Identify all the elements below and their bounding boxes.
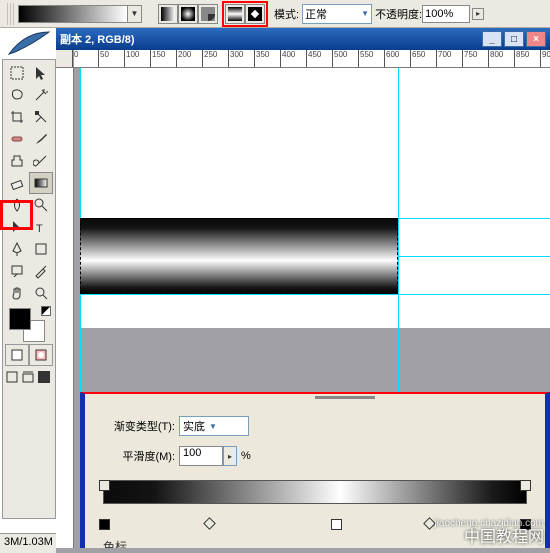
screen-full-button[interactable] [37,368,53,390]
vertical-ruler [56,68,74,548]
colorstop-section-label: 色标 [103,538,527,548]
maximize-button[interactable]: □ [504,31,524,47]
marquee-tool[interactable] [5,62,29,84]
opacity-flyout[interactable]: ▸ [472,8,484,20]
opacity-label: 不透明度: [375,6,422,22]
gradient-editor-panel: 渐变类型(T): 实底 ▼ 平滑度(M): 100 ▸ % [80,392,550,548]
ruler-tick: 700 [436,50,451,68]
document-titlebar[interactable]: 副本 2, RGB/8) _ □ × [56,28,550,50]
svg-text:T: T [36,223,43,235]
ruler-tick: 600 [384,50,399,68]
ruler-tick: 0 [72,50,78,68]
smoothness-label: 平滑度(M): [91,448,175,464]
close-button[interactable]: × [526,31,546,47]
standard-mode-button[interactable] [5,344,29,366]
opacity-stop[interactable] [99,480,110,491]
type-tool[interactable]: T [29,216,53,238]
ruler-tick: 250 [202,50,217,68]
horizontal-ruler: 0 50 100 150 200 250 300 350 400 450 500 550 600 650 7… [56,50,550,68]
chevron-down-icon: ▼ [209,422,217,431]
mode-label: 模式: [274,6,299,22]
ruler-tick: 150 [150,50,165,68]
color-stop[interactable] [520,519,531,530]
ruler-tick: 850 [514,50,529,68]
angle-gradient-button[interactable] [198,4,218,24]
ruler-tick: 750 [462,50,477,68]
crop-tool[interactable] [5,106,29,128]
ruler-tick: 900 [540,50,550,68]
canvas-area[interactable]: 渐变类型(T): 实底 ▼ 平滑度(M): 100 ▸ % [74,68,550,548]
ruler-tick: 400 [280,50,295,68]
pen-tool[interactable] [5,238,29,260]
hand-tool[interactable] [5,282,29,304]
shape-tool[interactable] [29,238,53,260]
history-brush-tool[interactable] [29,150,53,172]
smoothness-flyout[interactable]: ▸ [223,446,237,466]
screen-full-menu-button[interactable] [21,368,37,390]
slice-tool[interactable] [29,106,53,128]
opacity-stop[interactable] [520,480,531,491]
color-swatches[interactable] [5,306,53,342]
diamond-gradient-button[interactable] [245,4,265,24]
midpoint-stop[interactable] [203,517,216,530]
brush-tool[interactable] [29,128,53,150]
mode-select[interactable]: 正常 ▼ [302,4,372,24]
smoothness-unit: % [241,450,251,462]
dodge-tool[interactable] [29,194,53,216]
minimize-button[interactable]: _ [482,31,502,47]
blur-tool[interactable] [5,194,29,216]
color-stop[interactable] [99,519,110,530]
notes-tool[interactable] [5,260,29,282]
ruler-tick: 100 [124,50,139,68]
selection-marquee[interactable] [80,218,398,294]
ruler-tick: 550 [358,50,373,68]
gradient-swatch[interactable] [18,5,128,23]
chevron-down-icon: ▼ [361,9,369,18]
midpoint-stop[interactable] [423,517,436,530]
fg-color-swatch[interactable] [9,308,31,330]
gradient-bar-editor[interactable] [103,480,527,530]
smoothness-input[interactable]: 100 [179,446,223,466]
guide[interactable] [80,294,550,295]
status-bar: 3M/1.03M [0,533,60,553]
chevron-right-icon: ▸ [228,452,232,461]
ruler-tick: 800 [488,50,503,68]
document-title: 副本 2, RGB/8) [60,31,135,47]
gradient-preview-bar[interactable] [103,480,527,504]
ruler-tick: 50 [98,50,109,68]
app-logo [2,28,56,58]
move-tool[interactable] [29,62,53,84]
default-colors-icon[interactable] [41,306,51,316]
lasso-tool[interactable] [5,84,29,106]
radial-gradient-button[interactable] [178,4,198,24]
gradient-picker-dropdown[interactable]: ▼ [128,5,142,23]
screen-standard-button[interactable] [5,368,21,390]
color-stop[interactable] [331,519,342,530]
gradient-type-select[interactable]: 实底 ▼ [179,416,249,436]
gradient-type-label: 渐变类型(T): [91,418,175,434]
ruler-tick: 200 [176,50,191,68]
ruler-tick: 650 [410,50,425,68]
eraser-tool[interactable] [5,172,29,194]
eyedropper-tool[interactable] [29,260,53,282]
ruler-tick: 450 [306,50,321,68]
linear-gradient-button[interactable] [158,4,178,24]
ruler-tick: 300 [228,50,243,68]
gradient-tool[interactable] [29,172,53,194]
ruler-tick: 350 [254,50,269,68]
toolbox: T [2,59,56,519]
clone-tool[interactable] [5,150,29,172]
magic-wand-tool[interactable] [29,84,53,106]
reflected-gradient-button[interactable] [225,4,245,24]
chevron-right-icon: ▸ [476,9,480,18]
quickmask-mode-button[interactable] [29,344,53,366]
opacity-input[interactable]: 100% [422,5,470,23]
zoom-tool[interactable] [29,282,53,304]
path-select-tool[interactable] [5,216,29,238]
chevron-down-icon: ▼ [131,9,139,18]
healing-tool[interactable] [5,128,29,150]
ruler-tick: 500 [332,50,347,68]
